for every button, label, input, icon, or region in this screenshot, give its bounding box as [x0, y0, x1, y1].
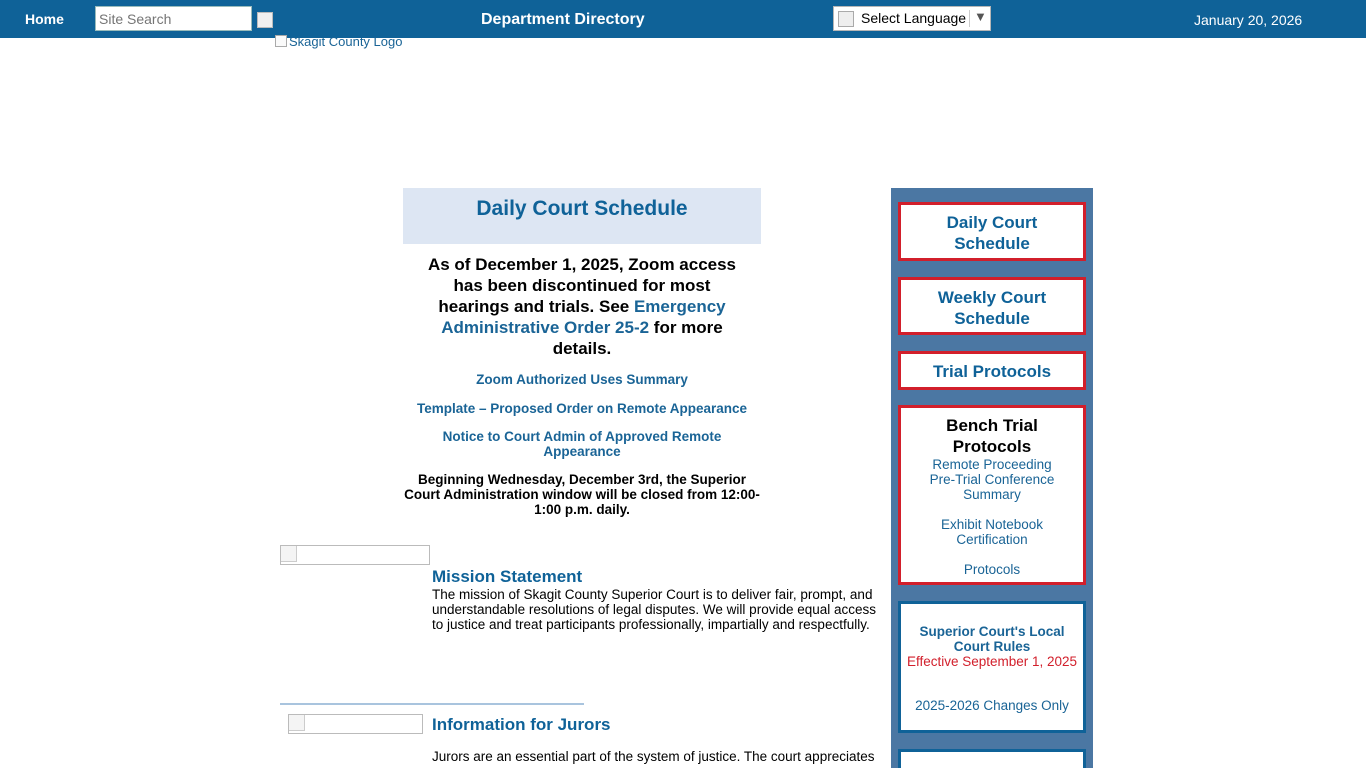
sidebar-weekly-schedule-label: Weekly Court Schedule: [937, 288, 1047, 328]
daily-schedule-banner[interactable]: Daily Court Schedule: [403, 188, 761, 244]
sidebar-daily-schedule[interactable]: Daily Court Schedule: [898, 202, 1086, 261]
zoom-uses-summary-link[interactable]: Zoom Authorized Uses Summary: [403, 372, 761, 387]
window-closed-notice: Beginning Wednesday, December 3rd, the S…: [404, 472, 760, 517]
sidebar-trial-protocols-label: Trial Protocols: [932, 362, 1052, 381]
translate-icon: [838, 11, 854, 27]
proposed-order-template-link[interactable]: Template – Proposed Order on Remote Appe…: [403, 401, 761, 416]
sidebar-daily-schedule-label: Daily Court Schedule: [946, 213, 1038, 253]
mission-statement-text: The mission of Skagit County Superior Co…: [432, 587, 877, 632]
sidebar-trial-protocols[interactable]: Trial Protocols: [898, 351, 1086, 390]
sidebar-weekly-schedule[interactable]: Weekly Court Schedule: [898, 277, 1086, 335]
bench-remote-proceeding-link[interactable]: Remote Proceeding Pre-Trial Conference S…: [901, 457, 1083, 502]
local-court-rules-link[interactable]: Superior Court's Local Court Rules: [901, 624, 1083, 654]
local-rules-effective-date: Effective September 1, 2025: [906, 654, 1078, 669]
sidebar: Daily Court Schedule Weekly Court Schedu…: [891, 188, 1093, 768]
language-select[interactable]: Select Language ▼: [833, 6, 991, 31]
sidebar-bench-trial: Bench Trial Protocols Remote Proceeding …: [898, 405, 1086, 585]
bench-exhibit-notebook-link[interactable]: Exhibit Notebook Certification: [901, 517, 1083, 547]
top-navigation-bar: Home Department Directory Select Languag…: [0, 0, 1366, 38]
rules-changes-link[interactable]: 2025-2026 Changes Only: [901, 698, 1083, 713]
search-icon: [257, 12, 273, 28]
section-divider: [280, 703, 584, 705]
daily-schedule-title[interactable]: Daily Court Schedule: [403, 188, 761, 221]
zoom-notice: As of December 1, 2025, Zoom access has …: [416, 254, 748, 359]
site-search-input[interactable]: [95, 6, 252, 31]
broken-image-icon: [289, 715, 305, 731]
logo-alt-text: Skagit County Logo: [289, 34, 403, 49]
local-court-rules-box: Superior Court's Local Court Rules Effec…: [898, 601, 1086, 733]
jurors-text: Jurors are an essential part of the syst…: [432, 749, 875, 764]
language-divider: [969, 10, 970, 27]
current-date: January 20, 2026: [1194, 12, 1303, 28]
broken-image-icon: [275, 35, 287, 47]
broken-image-icon: [281, 546, 297, 562]
jurors-title[interactable]: Information for Jurors: [432, 715, 611, 735]
bench-trial-title: Bench Trial Protocols: [946, 416, 1038, 456]
remote-appearance-notice-link[interactable]: Notice to Court Admin of Approved Remote…: [430, 429, 734, 459]
jurors-image: [288, 714, 423, 734]
mission-statement-title: Mission Statement: [432, 567, 583, 586]
sidebar-next-box[interactable]: [898, 749, 1086, 768]
mission-image: [280, 545, 430, 565]
search-button[interactable]: [257, 12, 277, 32]
county-logo[interactable]: Skagit County Logo: [275, 34, 402, 49]
chevron-down-icon: ▼: [974, 9, 987, 24]
language-select-label: Select Language: [861, 10, 967, 26]
bench-protocols-link[interactable]: Protocols: [901, 562, 1083, 577]
home-link[interactable]: Home: [25, 11, 64, 27]
department-directory-link[interactable]: Department Directory: [481, 11, 645, 29]
